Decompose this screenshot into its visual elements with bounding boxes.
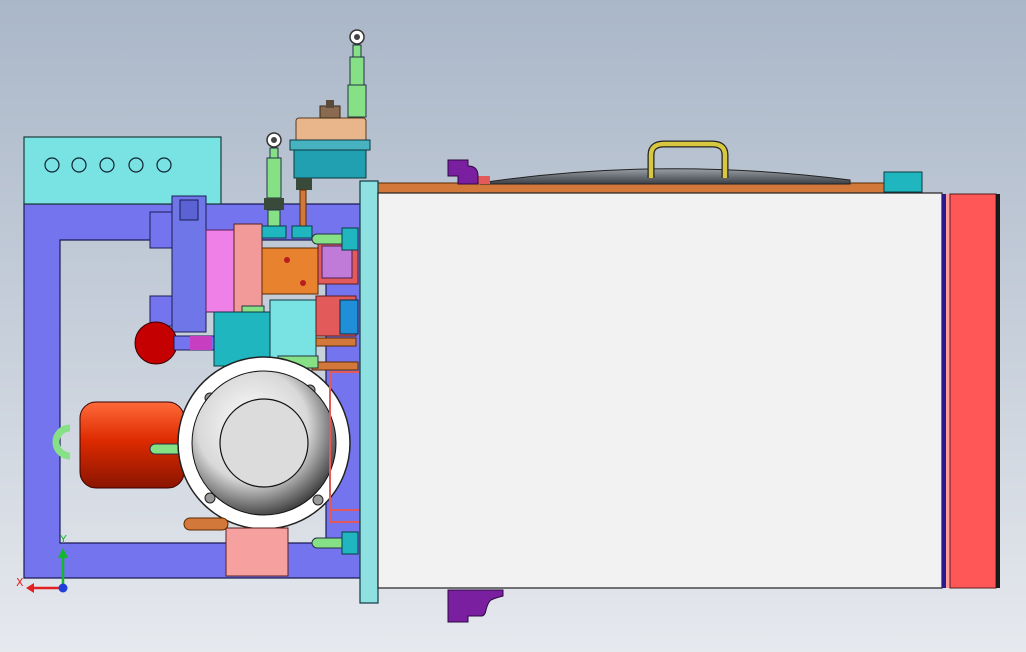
electric-motor[interactable]	[52, 401, 189, 489]
cad-viewport[interactable]: Y X	[0, 0, 1026, 652]
indicator-lamp-icon[interactable]	[128, 157, 144, 173]
indicator-lamp-icon[interactable]	[71, 157, 87, 173]
tank-clamp-bottom[interactable]	[447, 589, 504, 623]
z-axis-dot	[58, 583, 68, 593]
pump-flange[interactable]	[177, 356, 351, 530]
assembly-drawing: Y X	[16, 29, 1000, 623]
tank-body[interactable]	[377, 192, 943, 589]
indicator-lamp-icon[interactable]	[99, 157, 115, 173]
tank-end-plate[interactable]	[942, 193, 1000, 589]
indicator-lamp-icon[interactable]	[156, 157, 172, 173]
tank-mount-flange[interactable]	[359, 180, 379, 604]
indicator-lamp-icon[interactable]	[44, 157, 60, 173]
x-axis-label: X	[16, 576, 24, 589]
tank-clamp-top[interactable]	[447, 159, 479, 185]
control-box[interactable]	[23, 136, 222, 205]
pressure-gauge-right[interactable]	[347, 29, 367, 118]
y-axis-label: Y	[59, 533, 67, 546]
